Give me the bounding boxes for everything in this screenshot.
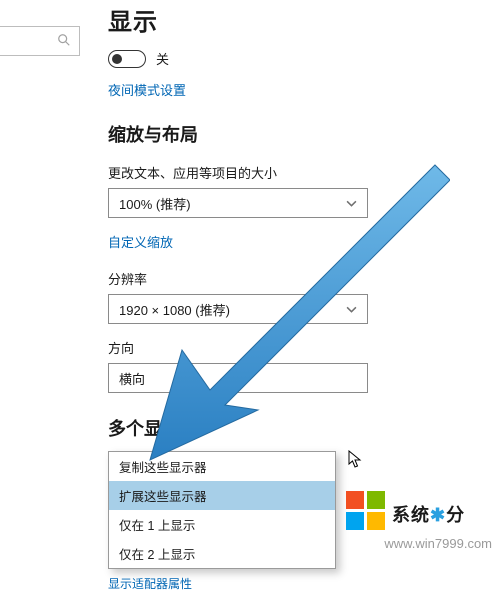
section-scale-layout: 缩放与布局	[108, 121, 492, 147]
combo-text-size-value: 100% (推荐)	[119, 194, 191, 213]
custom-scaling-link[interactable]: 自定义缩放	[108, 232, 173, 251]
search-box[interactable]	[0, 26, 80, 56]
microsoft-logo-icon	[346, 491, 385, 530]
combo-orientation[interactable]: 横向	[108, 363, 368, 393]
label-text-size: 更改文本、应用等项目的大小	[108, 163, 492, 182]
search-icon	[57, 33, 71, 50]
night-mode-toggle[interactable]	[108, 50, 146, 68]
chevron-down-icon	[346, 304, 357, 315]
toggle-knob	[112, 54, 122, 64]
label-resolution: 分辨率	[108, 269, 492, 288]
watermark-url: www.win7999.com	[384, 536, 492, 551]
opt-duplicate-displays[interactable]: 复制这些显示器	[109, 452, 335, 481]
combo-resolution[interactable]: 1920 × 1080 (推荐)	[108, 294, 368, 324]
opt-extend-displays[interactable]: 扩展这些显示器	[109, 481, 335, 510]
chevron-down-icon	[346, 198, 357, 209]
multi-display-dropdown[interactable]: 复制这些显示器 扩展这些显示器 仅在 1 上显示 仅在 2 上显示	[108, 451, 336, 569]
toggle-state-label: 关	[156, 49, 169, 68]
night-mode-settings-link[interactable]: 夜间模式设置	[108, 80, 186, 99]
label-orientation: 方向	[108, 338, 492, 357]
watermark-brand: 系统✱分	[392, 501, 465, 527]
opt-show-only-2[interactable]: 仅在 2 上显示	[109, 539, 335, 568]
page-title: 显示	[108, 2, 492, 37]
combo-text-size[interactable]: 100% (推荐)	[108, 188, 368, 218]
opt-show-only-1[interactable]: 仅在 1 上显示	[109, 510, 335, 539]
section-multi-display: 多个显示器	[108, 415, 492, 441]
combo-resolution-value: 1920 × 1080 (推荐)	[119, 300, 230, 319]
display-adapter-properties-link[interactable]: 显示适配器属性	[108, 575, 192, 592]
combo-orientation-value: 横向	[119, 369, 145, 388]
watermark: 系统✱分 www.win7999.com	[340, 491, 500, 555]
